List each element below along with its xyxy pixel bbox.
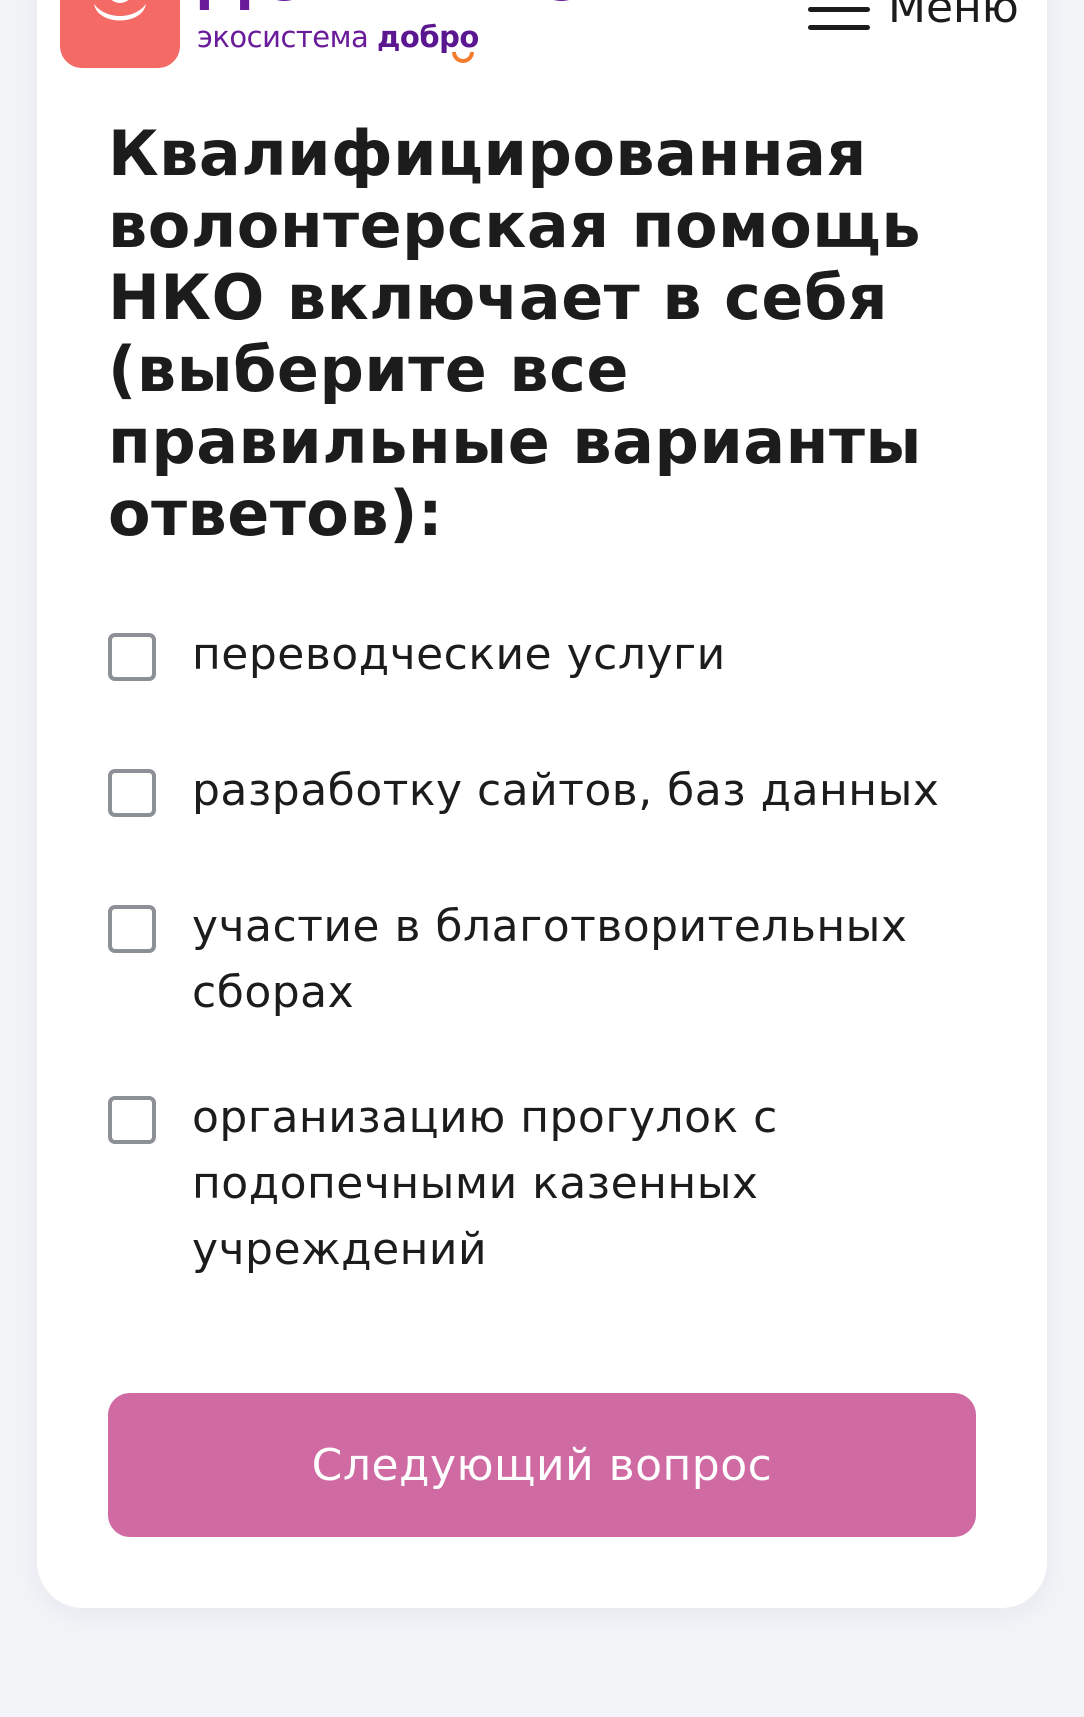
checkbox[interactable]: [108, 633, 156, 681]
answer-option-label: участие в благотворительных сборах: [192, 901, 908, 1018]
logo-smile-icon: [452, 52, 474, 63]
checkbox[interactable]: [108, 1096, 156, 1144]
answer-option-label: переводческие услуги: [192, 629, 726, 680]
answer-option-label: организацию прогулок с подопечными казен…: [192, 1092, 778, 1275]
answer-option[interactable]: переводческие услуги: [108, 622, 726, 688]
menu-button[interactable]: Меню: [808, 0, 1028, 42]
logo-icon[interactable]: [60, 0, 180, 68]
logo-tagline-brand: добро: [377, 20, 479, 54]
logo-tagline: экосистема добро: [197, 20, 479, 54]
logo-tagline-prefix: экосистема: [197, 20, 369, 54]
hamburger-icon: [808, 2, 870, 32]
question-title: Квалифицированная волонтерская помощь НК…: [108, 117, 922, 550]
answer-option-label: разработку сайтов, баз данных: [192, 765, 940, 816]
menu-label: Меню: [888, 0, 1019, 33]
header: ДОБРИНО экосистема добро Меню: [0, 0, 1084, 80]
answer-option[interactable]: разработку сайтов, баз данных: [108, 758, 939, 824]
answer-option[interactable]: участие в благотворительных сборах: [108, 894, 908, 1026]
checkbox[interactable]: [108, 905, 156, 953]
logo-wordmark: ДОБРИНО: [196, 0, 593, 16]
next-question-button[interactable]: Следующий вопрос: [108, 1393, 976, 1537]
checkbox[interactable]: [108, 769, 156, 817]
answer-option[interactable]: организацию прогулок с подопечными казен…: [108, 1085, 808, 1283]
